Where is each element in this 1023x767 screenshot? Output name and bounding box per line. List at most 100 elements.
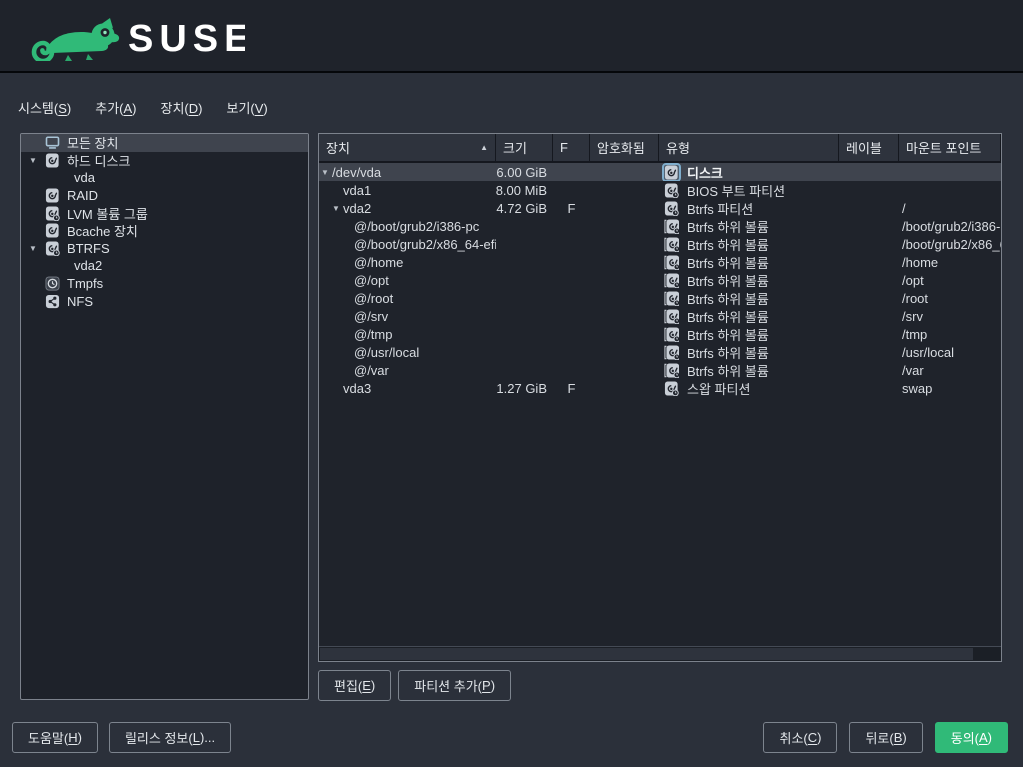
sidebar-item-raid[interactable]: RAID [21,187,308,205]
table-row-subvol-usr-local[interactable]: @/usr/local Btrfs 하위 볼륨/usr/local [319,343,1001,361]
cell-mount-point [899,181,1001,199]
expander-icon[interactable]: ▼ [332,204,343,213]
column-header-encrypted[interactable]: 암호화됨 [590,134,659,161]
cell-size [496,217,553,235]
type-label: Btrfs 하위 볼륨 [687,309,769,325]
table-row-subvol-boot-grub2-x86-64-efi[interactable]: @/boot/grub2/x86_64-efi Btrfs 하위 볼륨/boot/… [319,235,1001,253]
cell-size [496,307,553,325]
cell-type: Btrfs 하위 볼륨 [659,361,839,379]
sidebar-item-lvm-volume-groups[interactable]: LVM 볼륨 그룹 [21,204,308,222]
table-row-subvol-var[interactable]: @/var Btrfs 하위 볼륨/var [319,361,1001,379]
cell-format [553,289,590,307]
menu-add[interactable]: 추가(A) [95,98,136,117]
type-label: 스왑 파티션 [687,381,751,397]
table-row-subvol-srv[interactable]: @/srv Btrfs 하위 볼륨/srv [319,307,1001,325]
sidebar-item-bcache-devices[interactable]: Bcache 장치 [21,222,308,240]
table-row-subvol-opt[interactable]: @/opt Btrfs 하위 볼륨/opt [319,271,1001,289]
subvolume-icon [664,326,679,342]
table-row-subvol-tmp[interactable]: @/tmp Btrfs 하위 볼륨/tmp [319,325,1001,343]
column-header-device[interactable]: 장치 ▲ [319,134,496,161]
expander-icon[interactable]: ▼ [27,244,39,253]
cell-device: ▼/dev/vda [319,163,496,181]
cell-device: ▼ vda2 [319,199,496,217]
cancel-button[interactable]: 취소(C) [763,722,838,753]
menu-view[interactable]: 보기(V) [226,98,267,117]
horizontal-scrollbar[interactable] [319,646,1001,661]
table-row-vda2[interactable]: ▼vda214.72 GiBFBtrfs 파티션/ [319,199,1001,217]
table-row-vda3[interactable]: vda3 1.27 GiB F 스왑 파티션 swap [319,379,1001,397]
table-header-row: 장치 ▲ 크기 F 암호화됨 유형 레이블 마운트 포인트 [319,134,1001,163]
cell-type: Btrfs 하위 볼륨 [659,343,839,361]
disk-icon [662,163,681,181]
banner: SUSE [0,0,1023,73]
cell-encrypted [590,343,659,361]
cell-type: 디스크 [659,163,839,181]
sidebar-item-vda2[interactable]: vda2 [21,257,308,275]
subvolume-icon [664,236,679,252]
sort-ascending-icon: ▲ [480,143,488,152]
cell-device: @/opt [319,271,496,289]
device-name: @/opt [354,272,389,288]
help-button[interactable]: 도움말(H) [12,722,98,753]
sidebar-item-label: RAID [67,188,99,204]
menu-device[interactable]: 장치(D) [161,98,203,117]
type-label: Btrfs 하위 볼륨 [687,273,769,289]
cell-size: 8.00 MiB [496,182,547,198]
type-label: Btrfs 파티션 [687,201,754,217]
release-notes-button[interactable]: 릴리스 정보(L)... [108,722,232,753]
cell-device: @/boot/grub2/x86_64-efi [319,235,496,253]
cell-mount-point: /srv [902,308,923,324]
sidebar-item-btrfs[interactable]: ▼ BTRFS [21,240,308,258]
table-row-subvol-boot-grub2-i386-pc[interactable]: @/boot/grub2/i386-pc Btrfs 하위 볼륨/boot/gru… [319,217,1001,235]
add-partition-button[interactable]: 파티션 추가(P) [398,670,512,701]
cell-encrypted [590,163,659,181]
column-header-label[interactable]: 레이블 [839,134,899,161]
sidebar-item-hard-disks[interactable]: ▼ 하드 디스크 [21,152,308,170]
accept-button[interactable]: 동의(A) [934,722,1008,753]
column-header-type[interactable]: 유형 [659,134,839,161]
sidebar-item-all-devices[interactable]: 모든 장치 [21,134,308,152]
cell-format [553,253,590,271]
expander-icon[interactable]: ▼ [27,156,39,165]
cell-size: 14.72 GiB [496,200,547,216]
cell-type: Btrfs 하위 볼륨 [659,235,839,253]
table-body: ▼/dev/vda16.00 GiB디스크vda18.00 MiBBIOS 부트… [319,163,1001,397]
cell-label [839,307,899,325]
cell-format [553,325,590,343]
cell-label [839,199,899,217]
type-label: Btrfs 하위 볼륨 [687,363,769,379]
cell-type: Btrfs 하위 볼륨 [659,307,839,325]
column-header-size[interactable]: 크기 [496,134,553,161]
sidebar-item-tmpfs[interactable]: Tmpfs [21,275,308,293]
device-name: /dev/vda [332,164,382,180]
cell-format [553,181,590,199]
table-row-dev-vda[interactable]: ▼/dev/vda16.00 GiB디스크 [319,163,1001,181]
sidebar-item-label: vda2 [74,258,103,274]
cell-format [553,163,590,181]
column-header-mount-point[interactable]: 마운트 포인트 [899,134,1001,161]
edit-button[interactable]: 편집(E) [318,670,392,701]
expander-icon[interactable]: ▼ [321,168,332,177]
sidebar-item-label: BTRFS [67,240,110,256]
back-button[interactable]: 뒤로(B) [849,722,923,753]
sidebar-item-label: Bcache 장치 [67,224,138,240]
table-row-subvol-home[interactable]: @/home Btrfs 하위 볼륨/home [319,253,1001,271]
cell-size: 1.27 GiB [496,380,547,396]
type-label: Btrfs 하위 볼륨 [687,345,769,361]
cell-mount-point: /root [902,290,929,306]
cell-encrypted [590,325,659,343]
sidebar-item-nfs[interactable]: NFS [21,292,308,310]
suse-logo: SUSE [31,18,245,61]
column-header-label: 암호화됨 [597,141,645,156]
horizontal-scrollbar-thumb[interactable] [320,648,973,660]
column-header-format[interactable]: F [553,134,590,161]
cell-format [553,343,590,361]
table-row-vda1[interactable]: vda1 8.00 MiB BIOS 부트 파티션 [319,181,1001,199]
menu-system[interactable]: 시스템(S) [18,98,71,117]
chameleon-icon [31,18,120,61]
disk-badge-icon [45,241,60,256]
cell-mount-point: / [902,200,906,216]
cell-format [553,235,590,253]
sidebar-item-vda[interactable]: vda [21,169,308,187]
table-row-subvol-root[interactable]: @/root Btrfs 하위 볼륨/root [319,289,1001,307]
